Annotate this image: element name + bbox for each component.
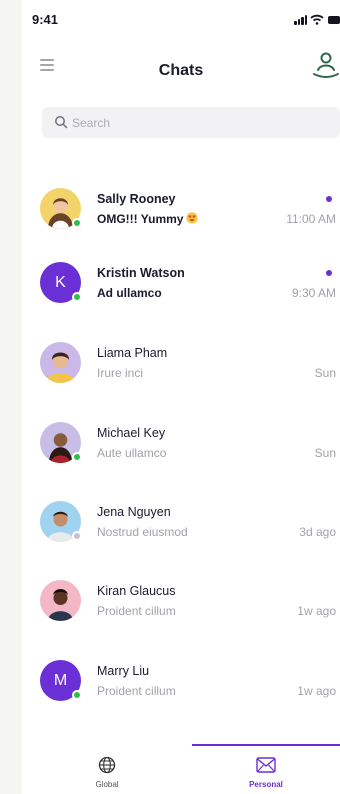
profile-icon[interactable]: [308, 50, 340, 82]
chat-message: Proident cillum: [97, 684, 176, 698]
avatar: [40, 580, 81, 621]
chat-time: 1w ago: [297, 604, 336, 618]
chat-time: 11:00 AM: [286, 212, 336, 226]
status-time: 9:41: [32, 12, 59, 27]
chats-screen: 9:41 Chats Search Sally Rooney OMG!!! Yu…: [22, 0, 340, 794]
chat-time: 1w ago: [297, 684, 336, 698]
search-icon: [55, 116, 68, 129]
chat-item-jena-nguyen[interactable]: Jena Nguyen Nostrud eiusmod 3d ago: [22, 499, 340, 579]
unread-indicator: [326, 196, 332, 202]
tab-personal[interactable]: Personal: [192, 744, 340, 794]
chat-message: Proident cillum: [97, 604, 176, 618]
avatar: [40, 422, 82, 463]
chat-item-kiran-glaucus[interactable]: Kiran Glaucus Proident cillum 1w ago: [22, 578, 340, 658]
chat-message: Aute ullamco: [97, 446, 167, 460]
chat-item-kristin-watson[interactable]: K Kristin Watson Ad ullamco 9:30 AM: [22, 260, 340, 340]
chat-name: Sally Rooney: [97, 192, 176, 206]
chat-name: Kiran Glaucus: [97, 584, 176, 598]
chat-time: 9:30 AM: [291, 286, 336, 300]
chat-name: Liama Pham: [97, 346, 168, 360]
online-status-dot: [72, 292, 82, 302]
status-bar: 9:41: [22, 0, 340, 40]
chat-name: Michael Key: [97, 426, 166, 440]
chat-name: Jena Nguyen: [97, 505, 171, 519]
mail-icon: [256, 757, 276, 773]
avatar: [40, 501, 82, 542]
online-status-dot: [72, 218, 82, 228]
avatar: [40, 188, 82, 229]
offline-status-dot: [72, 531, 82, 541]
search-input[interactable]: [72, 107, 332, 138]
status-icons: [294, 14, 340, 26]
chat-message: OMG!!! Yummy: [97, 212, 199, 226]
battery-icon: [328, 16, 340, 24]
avatar: M: [40, 660, 82, 701]
online-status-dot: [72, 690, 82, 700]
heart-eyes-emoji-icon: [186, 212, 199, 224]
tab-label: Global: [95, 780, 119, 789]
bottom-nav: Global Personal: [22, 744, 340, 794]
chat-time: Sun: [314, 366, 336, 380]
active-tab-indicator: [192, 744, 340, 746]
chat-item-liama-pham[interactable]: Liama Pham Irure inci Sun: [22, 340, 340, 420]
background-strip: [0, 0, 22, 794]
chat-message: Nostrud eiusmod: [97, 525, 188, 539]
chat-name: Marry Liu: [97, 664, 150, 678]
avatar: K: [40, 262, 82, 303]
tab-global[interactable]: Global: [62, 744, 152, 794]
chat-time: 3d ago: [299, 525, 336, 539]
chat-item-sally-rooney[interactable]: Sally Rooney OMG!!! Yummy 11:00 AM: [22, 186, 340, 266]
signal-icon: [294, 15, 307, 25]
globe-icon: [98, 756, 116, 774]
search-bar: [42, 107, 340, 138]
unread-indicator: [326, 270, 332, 276]
tab-label: Personal: [249, 780, 283, 789]
avatar: [40, 342, 81, 383]
page-title: Chats: [158, 62, 204, 79]
online-status-dot: [72, 452, 82, 462]
chat-message: Ad ullamco: [97, 286, 162, 300]
chat-message: Irure inci: [97, 366, 144, 380]
chat-item-michael-key[interactable]: Michael Key Aute ullamco Sun: [22, 420, 340, 500]
wifi-icon: [310, 14, 324, 25]
chat-item-marry-liu[interactable]: M Marry Liu Proident cillum 1w ago: [22, 658, 340, 738]
chat-time: Sun: [314, 446, 336, 460]
chat-name: Kristin Watson: [97, 266, 185, 280]
header: Chats: [22, 50, 340, 90]
